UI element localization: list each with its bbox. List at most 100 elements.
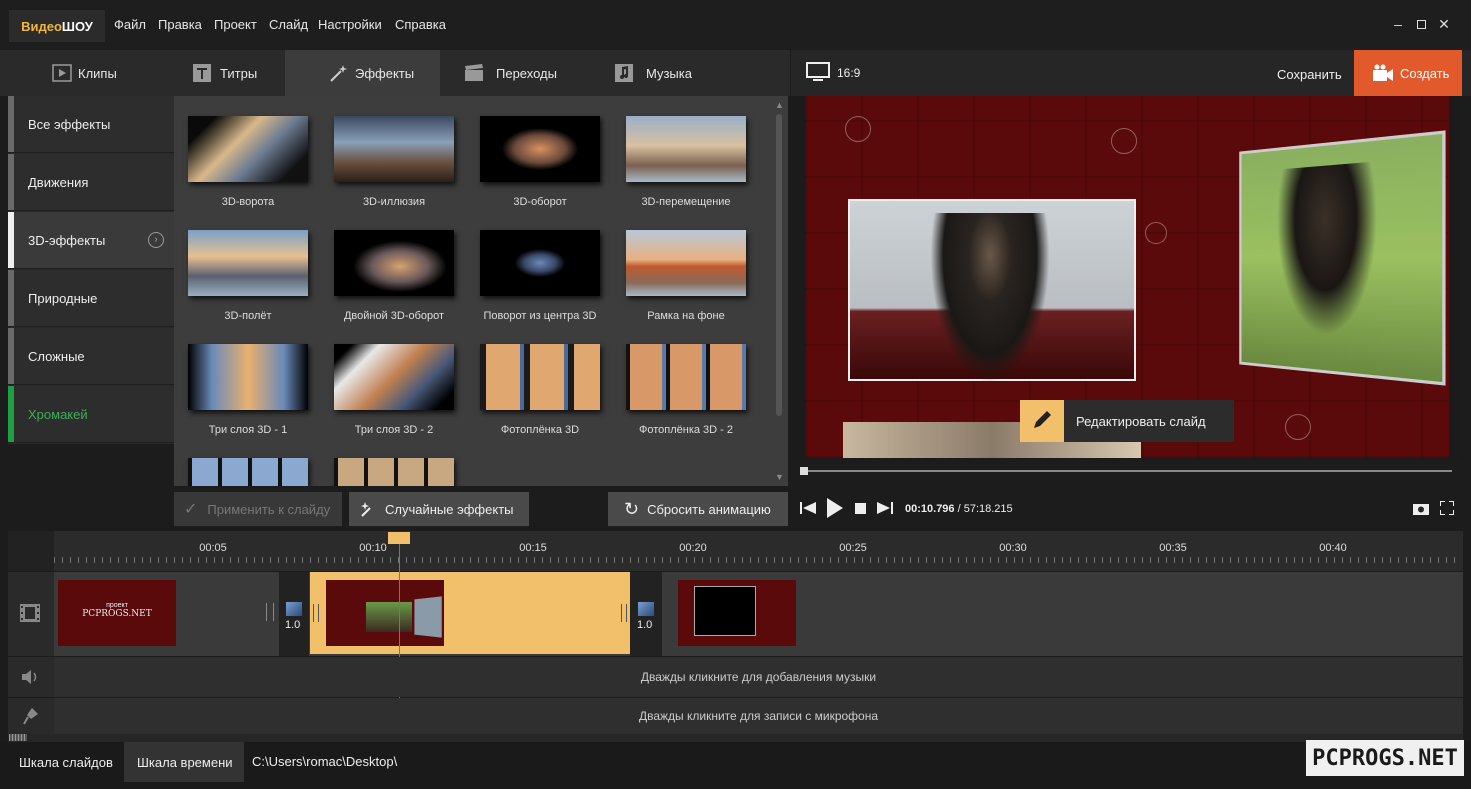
slide-clip-1[interactable]: проект PCPROGS.NET <box>58 580 176 646</box>
ruler-tick <box>702 557 703 563</box>
category-3d[interactable]: 3D-эффекты › <box>8 212 174 269</box>
ruler-tick <box>782 557 783 563</box>
slide-clip-3[interactable] <box>678 580 796 646</box>
effect-3d-turn[interactable]: 3D-оборот <box>480 116 604 216</box>
tab-transitions-label: Переходы <box>496 65 557 81</box>
clip-handle[interactable] <box>266 603 274 621</box>
timeline-scroll-thumb[interactable] <box>9 734 27 741</box>
chimp-figure <box>930 213 1050 383</box>
skip-forward-icon[interactable] <box>877 501 893 515</box>
category-label: Хромакей <box>28 406 88 422</box>
transition-1[interactable]: 1.0 <box>279 572 309 656</box>
edit-slide-icon[interactable] <box>1020 400 1064 442</box>
ruler-tick <box>414 557 415 563</box>
tab-titles[interactable]: Титры <box>148 50 298 96</box>
category-complex[interactable]: Сложные <box>8 328 174 385</box>
effect-three-layers-1[interactable]: Три слоя 3D - 1 <box>188 344 312 444</box>
transition-2[interactable]: 1.0 <box>630 572 662 656</box>
ruler-tick <box>566 557 567 563</box>
effect-center-3d-rotate[interactable]: Поворот из центра 3D <box>480 230 604 330</box>
thumb-photo <box>366 602 412 632</box>
monitor-icon[interactable] <box>806 62 830 82</box>
close-button[interactable]: ✕ <box>1434 14 1454 34</box>
thumb-panel <box>414 596 442 638</box>
effect-film-3d-2[interactable]: Фотоплёнка 3D - 2 <box>626 344 750 444</box>
snapshot-icon[interactable] <box>1413 502 1429 515</box>
edit-slide-button[interactable]: Редактировать слайд <box>1064 400 1234 442</box>
tab-clips-label: Клипы <box>78 65 117 81</box>
playhead-handle[interactable] <box>388 532 410 544</box>
create-button[interactable]: Создать <box>1354 50 1462 96</box>
effect-double-3d-turn[interactable]: Двойной 3D-оборот <box>334 230 458 330</box>
selected-slide-clip[interactable] <box>310 572 630 654</box>
effect-3d-gates[interactable]: 3D-ворота <box>188 116 312 216</box>
effect-label: Три слоя 3D - 1 <box>208 424 288 436</box>
clip-handle[interactable] <box>313 604 319 622</box>
create-label: Создать <box>1400 65 1450 81</box>
clip-handle[interactable] <box>621 604 627 622</box>
save-button[interactable]: Сохранить <box>1277 67 1342 82</box>
category-label: Природные <box>28 290 98 306</box>
music-hint: Дважды кликните для добавления музыки <box>640 670 877 684</box>
effect-three-layers-2[interactable]: Три слоя 3D - 2 <box>334 344 458 444</box>
ruler-tick <box>382 557 383 563</box>
ruler-tick <box>1398 557 1399 563</box>
ruler-tick <box>750 557 751 563</box>
mic-hint: Дважды кликните для записи с микрофона <box>638 709 879 723</box>
ruler-tick <box>830 557 831 563</box>
ruler-tick <box>870 557 871 563</box>
effect-film-3d[interactable]: Фотоплёнка 3D <box>480 344 604 444</box>
tab-time-scale[interactable]: Шкала времени <box>124 742 244 782</box>
ruler-tick <box>822 557 823 563</box>
menu-file[interactable]: Файл <box>114 17 146 32</box>
effect-3d-flight[interactable]: 3D-полёт <box>188 230 312 330</box>
aspect-ratio[interactable]: 16:9 <box>837 66 860 80</box>
maximize-button[interactable] <box>1411 14 1431 34</box>
ruler-tick <box>918 557 919 563</box>
tab-music[interactable]: Музыка <box>570 50 740 96</box>
scroll-down-icon[interactable]: ▼ <box>775 472 784 482</box>
menu-slide[interactable]: Слайд <box>269 17 308 32</box>
category-motion[interactable]: Движения <box>8 154 174 211</box>
tab-slide-scale[interactable]: Шкала слайдов <box>0 742 124 782</box>
random-effects-button[interactable]: Случайные эффекты <box>349 492 529 526</box>
play-icon[interactable] <box>826 497 844 519</box>
timeline-scrollbar[interactable] <box>8 734 1463 742</box>
tab-effects[interactable]: Эффекты <box>285 50 440 96</box>
tab-transitions[interactable]: Переходы <box>420 50 580 96</box>
category-chromakey[interactable]: Хромакей <box>8 386 174 443</box>
menu-settings[interactable]: Настройки <box>318 17 382 32</box>
preview-progress[interactable] <box>800 470 1452 472</box>
ruler-tick <box>622 557 623 563</box>
ruler-tick <box>1102 557 1103 563</box>
effect-3d-illusion[interactable]: 3D-иллюзия <box>334 116 458 216</box>
ruler-tick <box>1318 557 1319 563</box>
ruler-tick <box>342 557 343 563</box>
preview-progress-handle[interactable] <box>800 467 808 475</box>
effect-label: 3D-оборот <box>513 196 567 208</box>
skip-back-icon[interactable] <box>800 501 816 515</box>
effect-partial-1[interactable] <box>188 458 312 486</box>
category-all[interactable]: Все эффекты <box>8 96 174 153</box>
ruler-tick <box>958 557 959 563</box>
category-nature[interactable]: Природные <box>8 270 174 327</box>
ruler-tick <box>950 557 951 563</box>
apply-to-slide-button[interactable]: ✓ Применить к слайду <box>174 492 342 526</box>
effect-3d-move[interactable]: 3D-перемещение <box>626 116 750 216</box>
effects-scrollbar[interactable] <box>776 114 782 416</box>
effect-frame-on-bg[interactable]: Рамка на фоне <box>626 230 750 330</box>
ruler-tick <box>1430 557 1431 563</box>
ruler-tick <box>1086 557 1087 563</box>
ruler-tick <box>262 557 263 563</box>
tab-clips[interactable]: Клипы <box>8 50 168 96</box>
reset-animation-button[interactable]: ↻ Сбросить анимацию <box>608 492 788 526</box>
fullscreen-icon[interactable] <box>1440 501 1454 515</box>
scroll-up-icon[interactable]: ▲ <box>775 100 784 110</box>
ruler-tick <box>62 557 63 563</box>
menu-project[interactable]: Проект <box>214 17 257 32</box>
minimize-button[interactable]: – <box>1388 14 1408 34</box>
menu-help[interactable]: Справка <box>395 17 446 32</box>
menu-edit[interactable]: Правка <box>158 17 202 32</box>
effect-partial-2[interactable] <box>334 458 458 486</box>
stop-icon[interactable] <box>855 503 866 514</box>
